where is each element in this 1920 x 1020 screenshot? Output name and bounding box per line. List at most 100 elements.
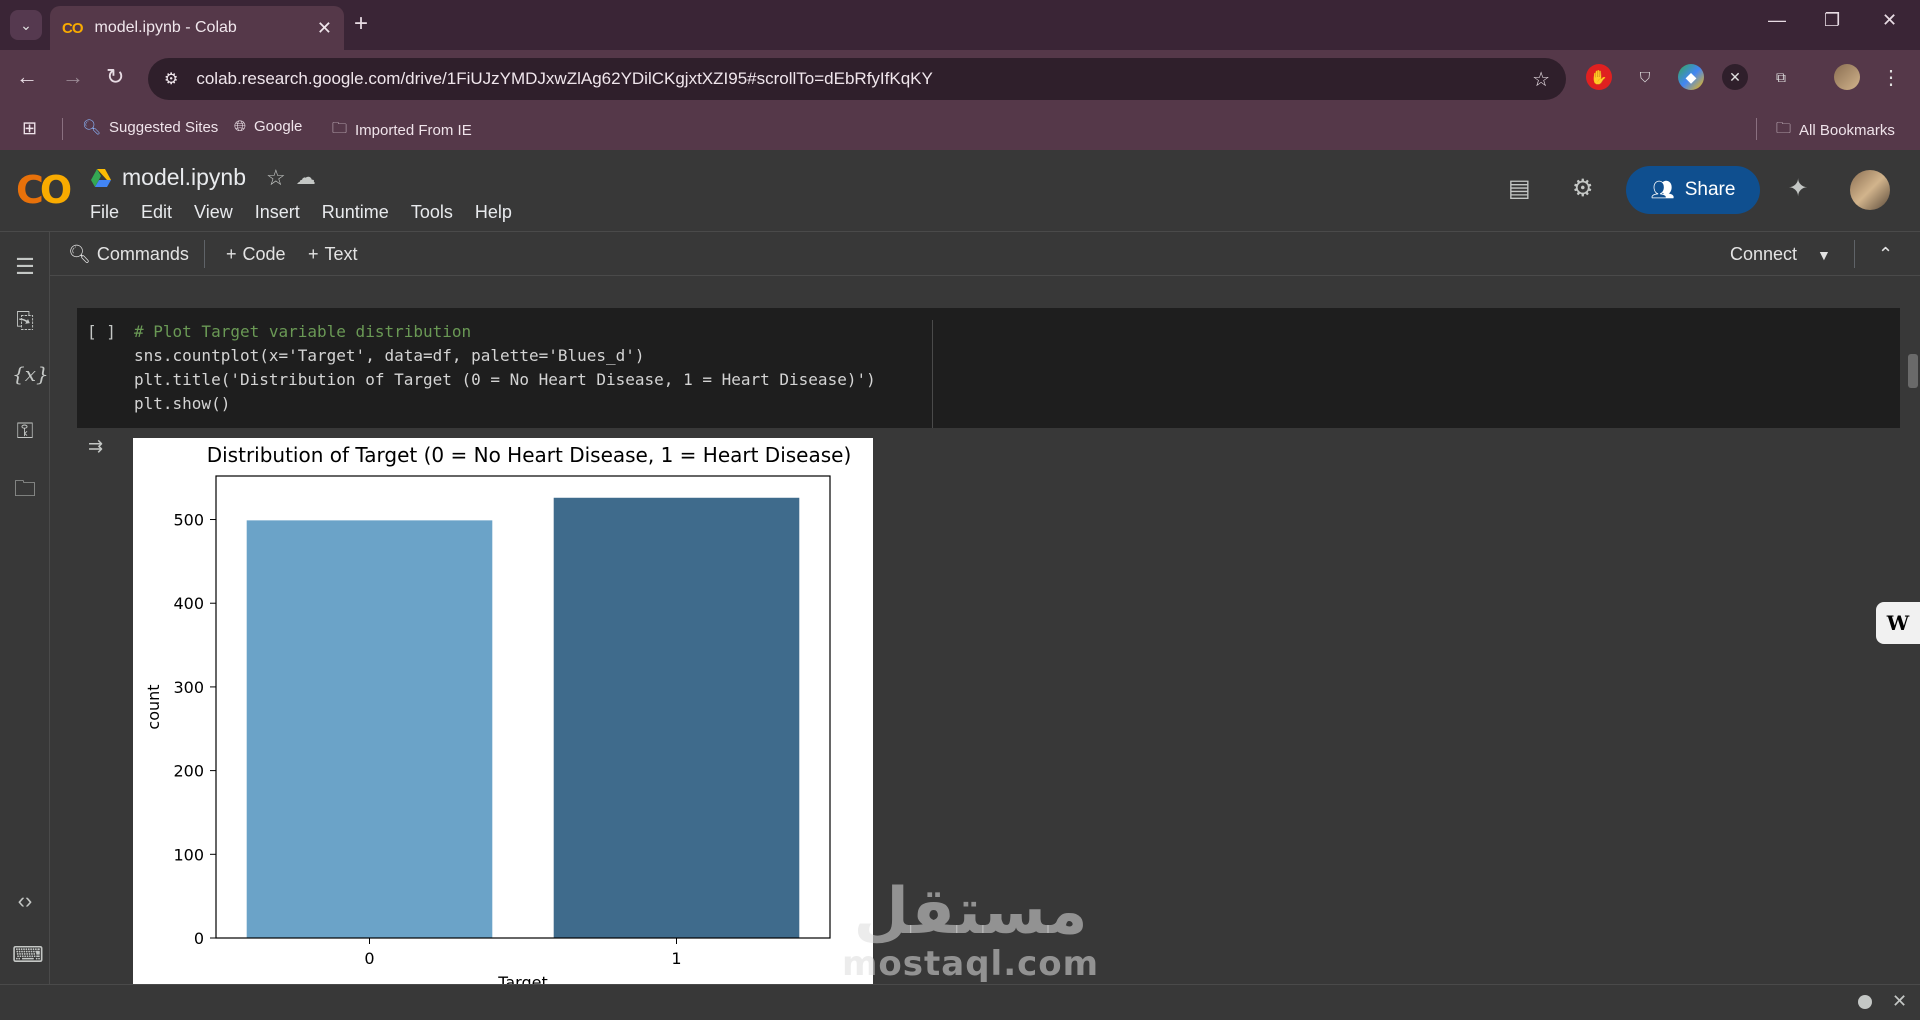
chevron-down-icon[interactable]: ▼ <box>1817 247 1831 263</box>
bookmark-star-icon[interactable]: ☆ <box>1532 67 1550 92</box>
stop-hand-extension-icon[interactable]: ✋ <box>1586 64 1612 90</box>
close-window-icon[interactable]: ✕ <box>1882 10 1897 31</box>
toolbar-divider <box>204 240 205 268</box>
back-arrow-icon[interactable]: ← <box>16 64 38 90</box>
forward-arrow-icon[interactable]: → <box>62 64 84 90</box>
globe-icon: 🌐︎ <box>234 118 247 135</box>
menu-runtime[interactable]: Runtime <box>322 202 389 223</box>
chart-title: Distribution of Target (0 = No Heart Dis… <box>207 443 852 467</box>
notebook-name[interactable]: model.ipynb <box>122 164 246 191</box>
find-replace-icon[interactable]: ⎘ <box>12 308 38 334</box>
scrollbar-thumb[interactable] <box>1908 354 1918 388</box>
code-line: plt.show() <box>134 394 231 413</box>
menu-edit[interactable]: Edit <box>141 202 172 223</box>
star-icon[interactable]: ☆ <box>266 165 286 191</box>
add-text-button[interactable]: + Text <box>308 244 358 265</box>
new-tab-plus-icon[interactable]: + <box>354 10 368 38</box>
menu-bar: File Edit View Insert Runtime Tools Help <box>90 202 512 223</box>
y-tick-label: 300 <box>173 678 204 697</box>
menu-help[interactable]: Help <box>475 202 512 223</box>
profile-avatar-icon[interactable] <box>1834 64 1860 90</box>
all-bookmarks[interactable]: 🗀 All Bookmarks <box>1776 118 1895 143</box>
run-cell-bracket[interactable]: [ ] <box>87 322 116 341</box>
menu-file[interactable]: File <box>90 202 119 223</box>
connect-label: Connect <box>1730 244 1798 264</box>
plot-output: Distribution of Target (0 = No Heart Dis… <box>133 438 873 984</box>
y-tick-label: 400 <box>173 594 204 613</box>
add-text-label: Text <box>324 244 358 264</box>
files-folder-icon[interactable]: 🗀 <box>12 472 38 510</box>
toolbar-divider <box>1854 240 1855 268</box>
w-extension-badge-icon[interactable]: W <box>1876 602 1920 644</box>
settings-gear-icon[interactable]: ⚙ <box>1572 174 1594 203</box>
variables-icon[interactable]: {x} <box>12 362 49 386</box>
comments-icon[interactable]: ▤ <box>1508 174 1531 203</box>
x-extension-icon[interactable]: ✕ <box>1722 64 1748 90</box>
user-avatar[interactable] <box>1850 170 1890 210</box>
bookmark-imported-from-ie[interactable]: 🗀 Imported From IE <box>332 118 472 143</box>
cloud-saved-icon[interactable]: ☁ <box>296 165 316 190</box>
watermark-arabic: مستقل <box>853 875 1088 949</box>
y-tick-label: 500 <box>173 511 204 530</box>
tab-search-chevron-icon[interactable]: ⌄ <box>10 10 42 40</box>
bookmark-label: Imported From IE <box>355 122 472 139</box>
y-axis-label: count <box>144 684 163 729</box>
bookmark-label: Suggested Sites <box>109 118 219 136</box>
code-line: # Plot Target variable distribution <box>134 322 472 341</box>
x-tick-label: 0 <box>364 949 374 968</box>
code-line: plt.title('Distribution of Target (0 = N… <box>134 370 876 389</box>
status-dot-icon <box>1858 995 1872 1009</box>
left-sidebar: ☰ ⎘ {x} ⚿ 🗀 ‹› ⌨ <box>0 232 50 984</box>
add-code-button[interactable]: + Code <box>226 244 286 265</box>
colab-logo[interactable]: CO <box>16 168 72 212</box>
y-tick-label: 0 <box>194 929 204 948</box>
table-of-contents-icon[interactable]: ☰ <box>12 254 38 280</box>
collapse-header-chevron-up-icon[interactable]: ⌃ <box>1878 244 1893 265</box>
bookmarks-bar: ⊞ 🔍︎ Suggested Sites 🌐︎ Google 🗀 Importe… <box>0 108 1920 150</box>
output-actions-icon[interactable]: ⇉ <box>88 436 103 457</box>
colorful-extension-icon[interactable]: ◆ <box>1678 64 1704 90</box>
extensions-puzzle-icon[interactable]: ⧉ <box>1768 64 1794 90</box>
bookmark-suggested-sites[interactable]: 🔍︎ Suggested Sites <box>82 118 219 137</box>
address-bar[interactable]: ⚙ colab.research.google.com/drive/1FiUJz… <box>148 58 1566 100</box>
code-cell[interactable]: [ ] # Plot Target variable distribution s… <box>77 308 1900 428</box>
code-editor[interactable]: # Plot Target variable distribution sns.c… <box>134 320 876 416</box>
countplot-chart: Distribution of Target (0 = No Heart Dis… <box>144 443 852 984</box>
site-info-icon[interactable]: ⚙ <box>164 69 178 89</box>
chrome-menu-icon[interactable]: ⋮ <box>1878 64 1904 90</box>
apps-grid-icon[interactable]: ⊞ <box>22 118 37 139</box>
code-snippets-icon[interactable]: ‹› <box>12 888 38 914</box>
shield-extension-icon[interactable]: ⛉ <box>1632 64 1658 90</box>
notebook-title-row: model.ipynb ☆ ☁ <box>90 164 316 191</box>
notebook-toolbar: 🔍︎ Commands + Code + Text Connect ▼ ⌃ <box>50 232 1920 276</box>
url-text: colab.research.google.com/drive/1FiUJzYM… <box>196 69 933 88</box>
menu-view[interactable]: View <box>194 202 233 223</box>
cell-divider <box>932 320 933 428</box>
close-status-icon[interactable]: ✕ <box>1892 991 1907 1012</box>
bar-0 <box>246 520 493 938</box>
plus-icon: + <box>308 244 319 264</box>
minimize-icon[interactable]: — <box>1768 10 1786 31</box>
commands-button[interactable]: 🔍︎ Commands <box>68 244 189 265</box>
terminal-icon[interactable]: ⌨ <box>12 942 44 968</box>
gemini-sparkle-icon[interactable]: ✦ <box>1788 174 1808 203</box>
share-button[interactable]: 👥︎ Share <box>1626 166 1760 214</box>
reload-icon[interactable]: ↻ <box>106 64 124 90</box>
bookmark-google[interactable]: 🌐︎ Google <box>234 118 302 135</box>
menu-insert[interactable]: Insert <box>255 202 300 223</box>
folder-icon: 🗀 <box>332 120 348 137</box>
close-tab-icon[interactable]: ✕ <box>317 18 332 39</box>
menu-tools[interactable]: Tools <box>411 202 453 223</box>
bookmark-label: Google <box>254 118 303 135</box>
restore-icon[interactable]: ❐ <box>1824 10 1840 31</box>
add-code-label: Code <box>242 244 286 264</box>
search-icon: 🔍︎ <box>82 119 102 136</box>
google-drive-icon[interactable] <box>90 168 112 188</box>
secrets-key-icon[interactable]: ⚿ <box>12 418 38 444</box>
folder-icon: 🗀 <box>1776 120 1792 137</box>
connect-button[interactable]: Connect ▼ <box>1730 244 1831 265</box>
search-icon: 🔍︎ <box>68 244 91 264</box>
browser-tab[interactable]: CO model.ipynb - Colab ✕ <box>50 6 344 50</box>
watermark-latin: mostaql.com <box>842 944 1100 984</box>
browser-tabstrip: ⌄ CO model.ipynb - Colab ✕ + — ❐ ✕ <box>0 0 1920 50</box>
